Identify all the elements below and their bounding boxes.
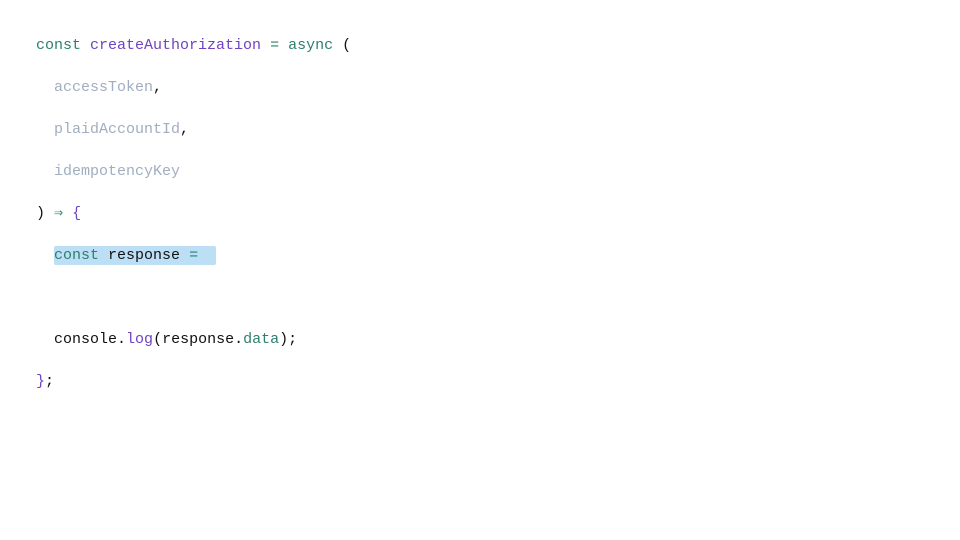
code-line: idempotencyKey	[36, 161, 924, 182]
code-line: plaidAccountId,	[36, 119, 924, 140]
code-line-blank	[36, 287, 924, 308]
var-response: response	[162, 331, 234, 348]
code-line: const createAuthorization = async (	[36, 35, 924, 56]
dot: .	[234, 331, 243, 348]
operator-eq: =	[261, 37, 288, 54]
code-line: console.log(response.data);	[36, 329, 924, 350]
code-line: ) ⇒ {	[36, 203, 924, 224]
code-line: accessToken,	[36, 77, 924, 98]
method-log: log	[126, 331, 153, 348]
highlighted-region: const response =	[54, 246, 216, 265]
comma: ,	[180, 121, 189, 138]
trailing-space	[198, 247, 216, 264]
space	[99, 247, 108, 264]
comma: ,	[153, 79, 162, 96]
param-plaidaccountid: plaidAccountId	[54, 121, 180, 138]
param-idempotencykey: idempotencyKey	[54, 163, 180, 180]
code-block: const createAuthorization = async ( acce…	[0, 0, 960, 427]
prop-data: data	[243, 331, 279, 348]
close-brace: }	[36, 373, 45, 390]
close-paren: )	[279, 331, 288, 348]
keyword-const: const	[54, 247, 99, 264]
console: console	[54, 331, 117, 348]
semicolon: ;	[45, 373, 54, 390]
var-response: response	[108, 247, 180, 264]
semicolon: ;	[288, 331, 297, 348]
param-accesstoken: accessToken	[54, 79, 153, 96]
open-brace: {	[72, 205, 81, 222]
code-line: const response =	[36, 245, 924, 266]
keyword-const: const	[36, 37, 81, 54]
open-paren: (	[333, 37, 351, 54]
open-paren: (	[153, 331, 162, 348]
operator-eq: =	[189, 247, 198, 264]
keyword-async: async	[288, 37, 333, 54]
arrow: ⇒	[45, 205, 72, 222]
space	[180, 247, 189, 264]
close-paren: )	[36, 205, 45, 222]
function-name: createAuthorization	[90, 37, 261, 54]
dot: .	[117, 331, 126, 348]
code-line: };	[36, 371, 924, 392]
